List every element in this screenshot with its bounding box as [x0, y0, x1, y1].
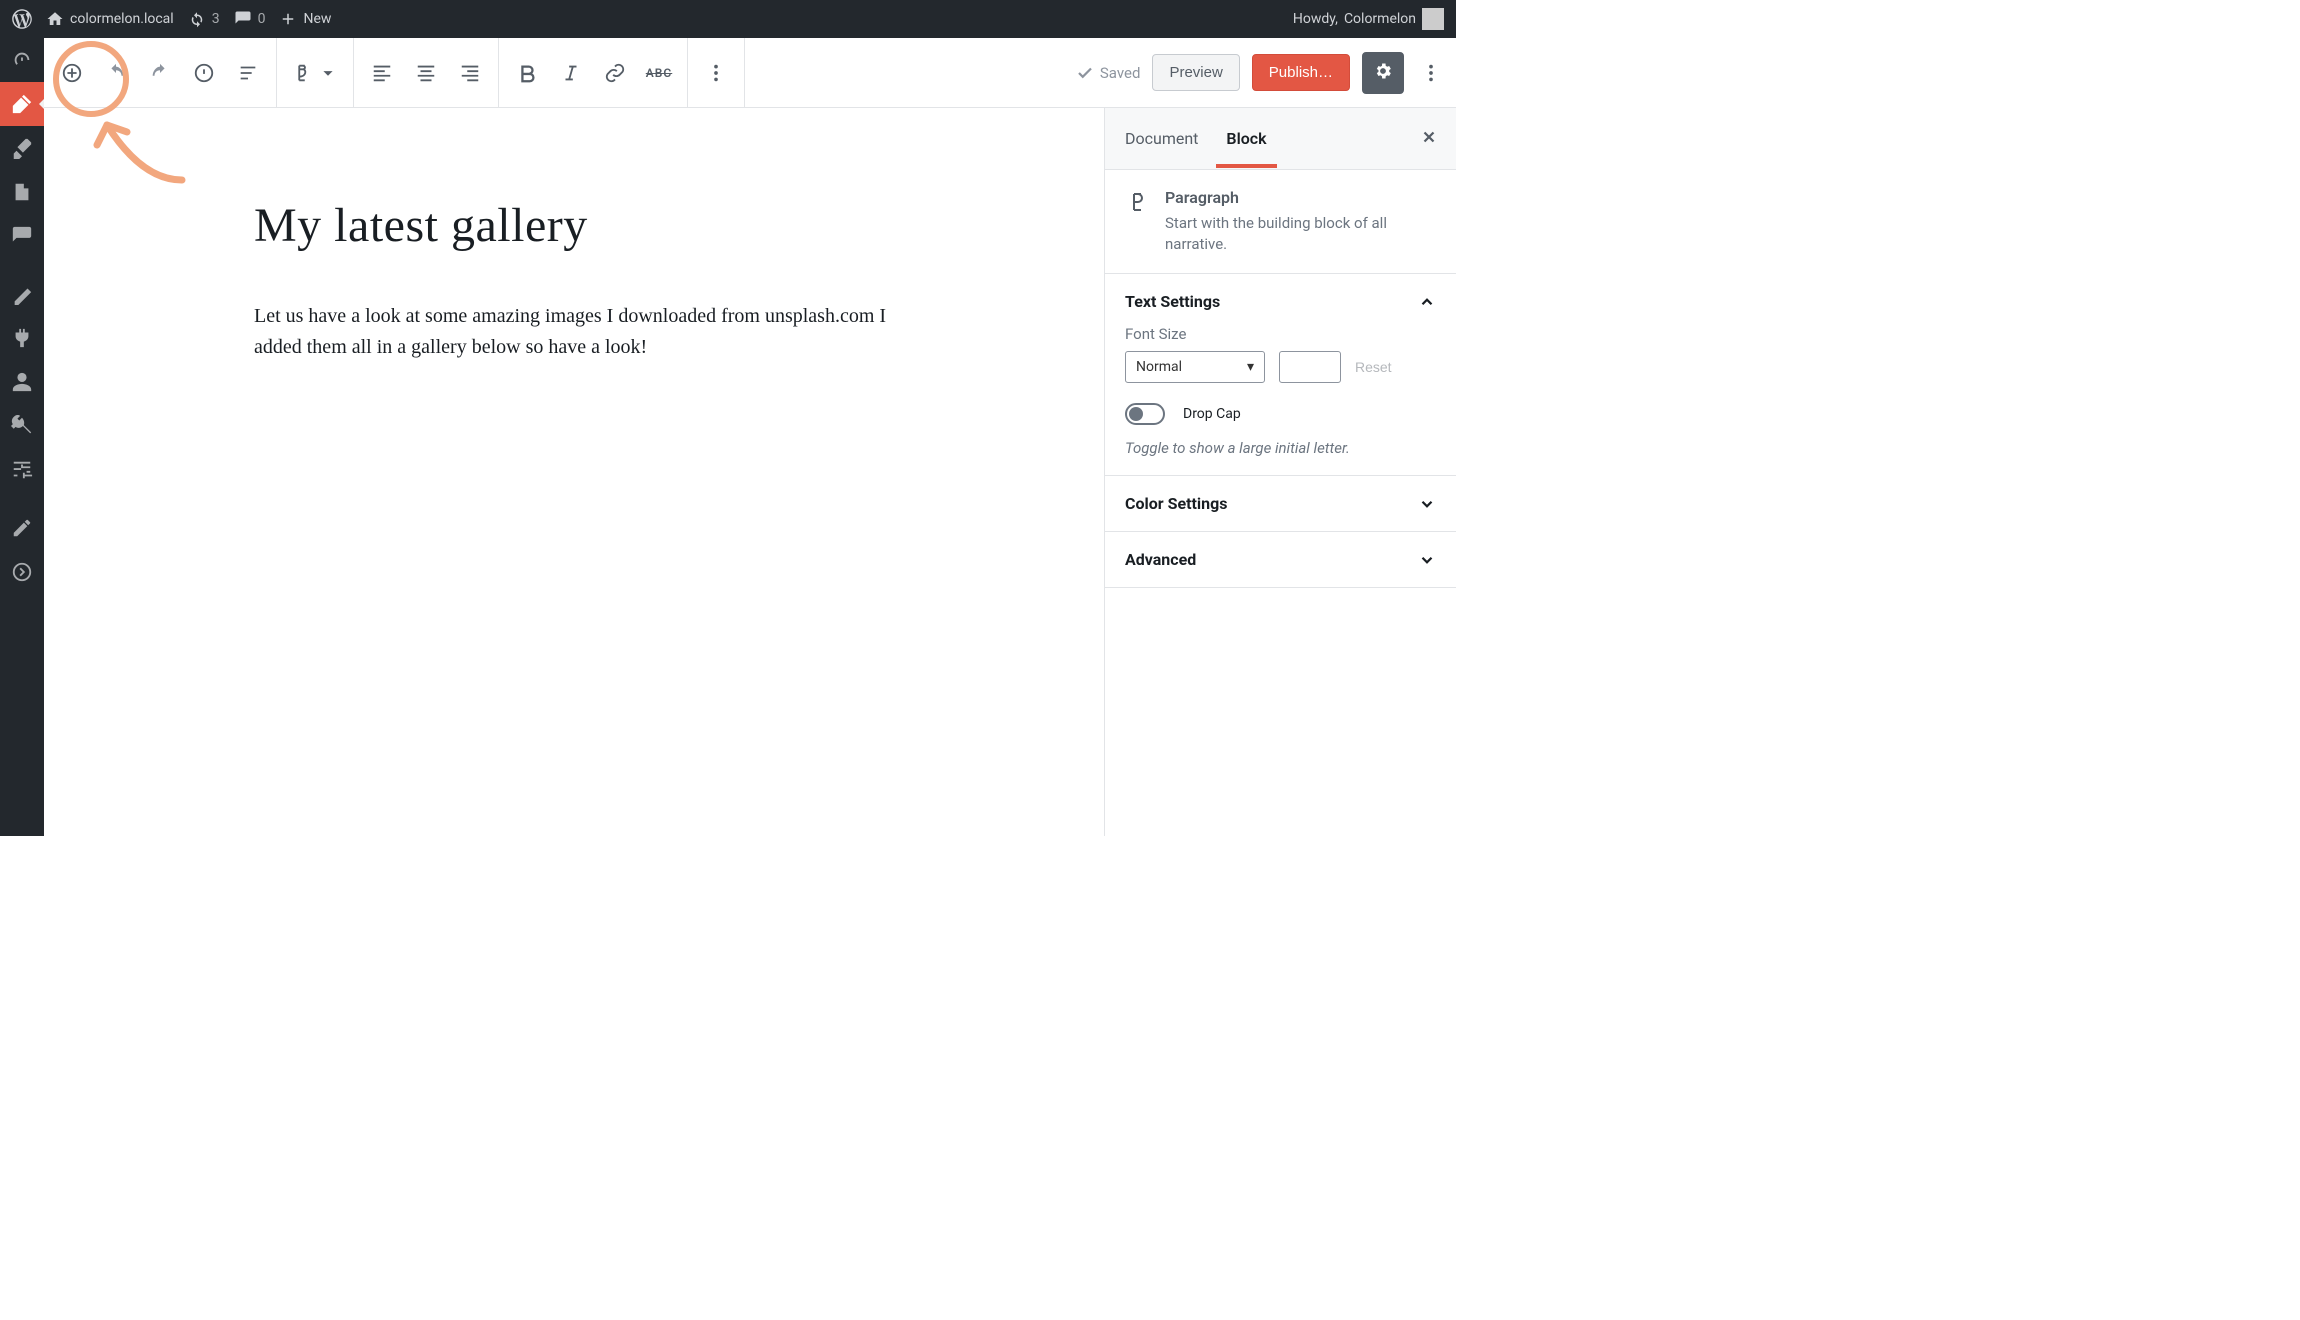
drop-cap-toggle[interactable] — [1125, 403, 1165, 425]
post-title[interactable]: My latest gallery — [254, 198, 894, 253]
new-label: New — [303, 11, 331, 27]
drop-cap-label: Drop Cap — [1183, 406, 1241, 422]
block-type-switcher[interactable] — [283, 51, 347, 95]
chevron-down-icon — [1418, 495, 1436, 513]
wp-logo[interactable] — [12, 9, 32, 29]
chevron-up-icon — [1418, 293, 1436, 311]
publish-button[interactable]: Publish… — [1252, 54, 1350, 91]
block-more-button[interactable] — [694, 51, 738, 95]
howdy-prefix: Howdy, — [1293, 11, 1338, 27]
menu-tools[interactable] — [0, 404, 44, 448]
menu-users[interactable] — [0, 360, 44, 404]
align-center-button[interactable] — [404, 51, 448, 95]
block-type-title: Paragraph — [1165, 188, 1436, 207]
add-block-button[interactable] — [50, 51, 94, 95]
chevron-down-icon — [1418, 551, 1436, 569]
menu-dashboard[interactable] — [0, 38, 44, 82]
block-description-panel: Paragraph Start with the building block … — [1105, 170, 1456, 274]
menu-pages[interactable] — [0, 170, 44, 214]
comments-count: 0 — [258, 11, 266, 27]
advanced-panel: Advanced — [1105, 532, 1456, 588]
color-settings-panel: Color Settings — [1105, 476, 1456, 532]
font-size-custom-input[interactable] — [1279, 351, 1341, 383]
saved-label: Saved — [1100, 64, 1141, 82]
text-settings-panel: Text Settings Font Size Normal ▾ Reset — [1105, 274, 1456, 476]
text-settings-toggle[interactable]: Text Settings — [1125, 292, 1436, 311]
color-settings-toggle[interactable]: Color Settings — [1125, 494, 1436, 513]
tab-block[interactable]: Block — [1226, 110, 1266, 167]
font-size-label: Font Size — [1125, 325, 1436, 343]
font-size-select[interactable]: Normal ▾ — [1125, 351, 1265, 383]
editor-more-button[interactable] — [1416, 62, 1446, 84]
settings-sidebar: Document Block Paragraph Start with the … — [1104, 108, 1456, 836]
admin-sidebar — [0, 38, 44, 836]
admin-bar: colormelon.local 3 0 New Howdy, Colormel… — [0, 0, 1456, 38]
editor-toolbar: ABC Saved Preview Publish… — [44, 38, 1456, 108]
chevron-down-icon: ▾ — [1247, 359, 1254, 375]
italic-button[interactable] — [549, 51, 593, 95]
content-structure-button[interactable] — [182, 51, 226, 95]
settings-toggle-button[interactable] — [1362, 52, 1404, 94]
menu-customize[interactable] — [0, 506, 44, 550]
comments-link[interactable]: 0 — [234, 10, 266, 28]
avatar — [1422, 8, 1444, 30]
new-link[interactable]: New — [279, 10, 331, 28]
menu-media[interactable] — [0, 126, 44, 170]
block-navigation-button[interactable] — [226, 51, 270, 95]
strikethrough-button[interactable]: ABC — [637, 51, 681, 95]
undo-button[interactable] — [94, 51, 138, 95]
drop-cap-help: Toggle to show a large initial letter. — [1125, 439, 1436, 457]
account-link[interactable]: Howdy, Colormelon — [1293, 8, 1444, 30]
menu-posts[interactable] — [0, 82, 44, 126]
menu-plugins[interactable] — [0, 316, 44, 360]
bold-button[interactable] — [505, 51, 549, 95]
menu-comments[interactable] — [0, 214, 44, 258]
advanced-toggle[interactable]: Advanced — [1125, 550, 1436, 569]
paragraph-block[interactable]: Let us have a look at some amazing image… — [254, 301, 894, 363]
preview-button[interactable]: Preview — [1152, 54, 1239, 91]
updates-count: 3 — [212, 11, 220, 27]
link-button[interactable] — [593, 51, 637, 95]
site-link[interactable]: colormelon.local — [46, 10, 174, 28]
redo-button[interactable] — [138, 51, 182, 95]
menu-collapse[interactable] — [0, 550, 44, 594]
save-status: Saved — [1076, 64, 1141, 82]
paragraph-icon — [1125, 190, 1149, 214]
editor: ABC Saved Preview Publish… My latest gal… — [44, 38, 1456, 836]
menu-settings[interactable] — [0, 448, 44, 492]
font-size-reset-button[interactable]: Reset — [1355, 359, 1392, 375]
howdy-user: Colormelon — [1344, 11, 1416, 27]
align-left-button[interactable] — [360, 51, 404, 95]
align-right-button[interactable] — [448, 51, 492, 95]
block-type-description: Start with the building block of all nar… — [1165, 213, 1436, 255]
editor-canvas[interactable]: My latest gallery Let us have a look at … — [44, 108, 1104, 836]
menu-appearance[interactable] — [0, 272, 44, 316]
tab-document[interactable]: Document — [1125, 110, 1198, 167]
site-name: colormelon.local — [70, 11, 174, 27]
close-settings-button[interactable] — [1420, 128, 1438, 150]
updates-link[interactable]: 3 — [188, 10, 220, 28]
